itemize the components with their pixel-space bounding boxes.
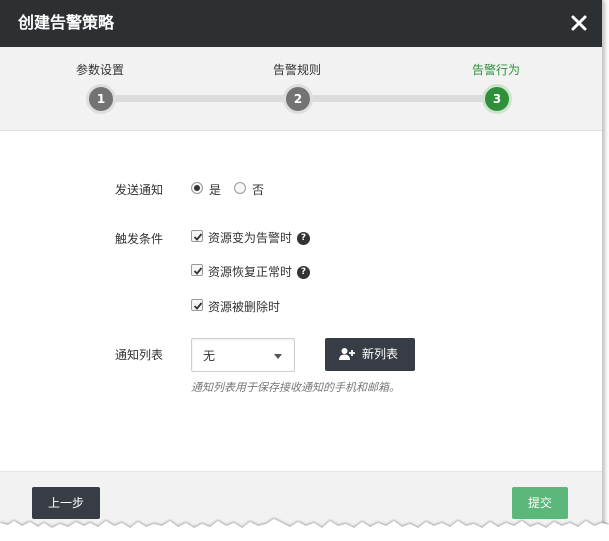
add-user-icon: [339, 348, 355, 360]
dialog-title: 创建告警策略: [18, 13, 115, 32]
trigger-condition-label: 触发条件: [115, 232, 164, 246]
trigger-recover-checkbox[interactable]: [191, 264, 203, 276]
send-notify-no-label[interactable]: 否: [252, 183, 264, 197]
step-label-actions: 告警行为: [472, 63, 521, 77]
notify-list-label: 通知列表: [115, 348, 164, 362]
notify-list-select[interactable]: 无: [191, 338, 295, 372]
close-icon: [571, 15, 587, 31]
trigger-alarm-checkbox[interactable]: [191, 230, 203, 242]
notify-list-selected-value: 无: [203, 349, 216, 363]
trigger-delete-checkbox[interactable]: [191, 299, 203, 311]
step-indicator: 参数设置 1 告警规则 2 告警行为 3: [0, 47, 602, 131]
notify-list-hint: 通知列表用于保存接收通知的手机和邮箱。: [191, 381, 400, 394]
checkmark-icon: [193, 267, 203, 275]
step-label-params: 参数设置: [76, 63, 125, 77]
checkmark-icon: [193, 233, 203, 241]
step-label-rules: 告警规则: [273, 63, 322, 77]
trigger-alarm-label[interactable]: 资源变为告警时: [208, 231, 292, 245]
send-notify-yes-radio[interactable]: [191, 182, 203, 194]
send-notify-label: 发送通知: [115, 183, 164, 197]
chevron-down-icon: [274, 354, 282, 359]
step-circle-2: 2: [283, 84, 313, 114]
new-list-button[interactable]: 新列表: [325, 338, 415, 371]
step-circle-1: 1: [86, 84, 116, 114]
torn-edge-decoration: [0, 519, 609, 541]
trigger-recover-label[interactable]: 资源恢复正常时: [208, 265, 292, 279]
dialog-titlebar: 创建告警策略: [0, 0, 602, 47]
send-notify-yes-label[interactable]: 是: [209, 183, 221, 197]
help-icon[interactable]: ?: [297, 232, 310, 245]
close-button[interactable]: [566, 10, 592, 36]
help-icon[interactable]: ?: [297, 266, 310, 279]
send-notify-no-radio[interactable]: [234, 182, 246, 194]
checkmark-icon: [193, 302, 203, 310]
new-list-button-label: 新列表: [362, 347, 399, 361]
trigger-delete-label[interactable]: 资源被删除时: [208, 300, 280, 314]
create-alarm-policy-dialog: 创建告警策略 参数设置 1 告警规则 2 告警行为 3 发送通知 是 否 触发条…: [0, 0, 603, 541]
step-circle-3: 3: [482, 84, 512, 114]
